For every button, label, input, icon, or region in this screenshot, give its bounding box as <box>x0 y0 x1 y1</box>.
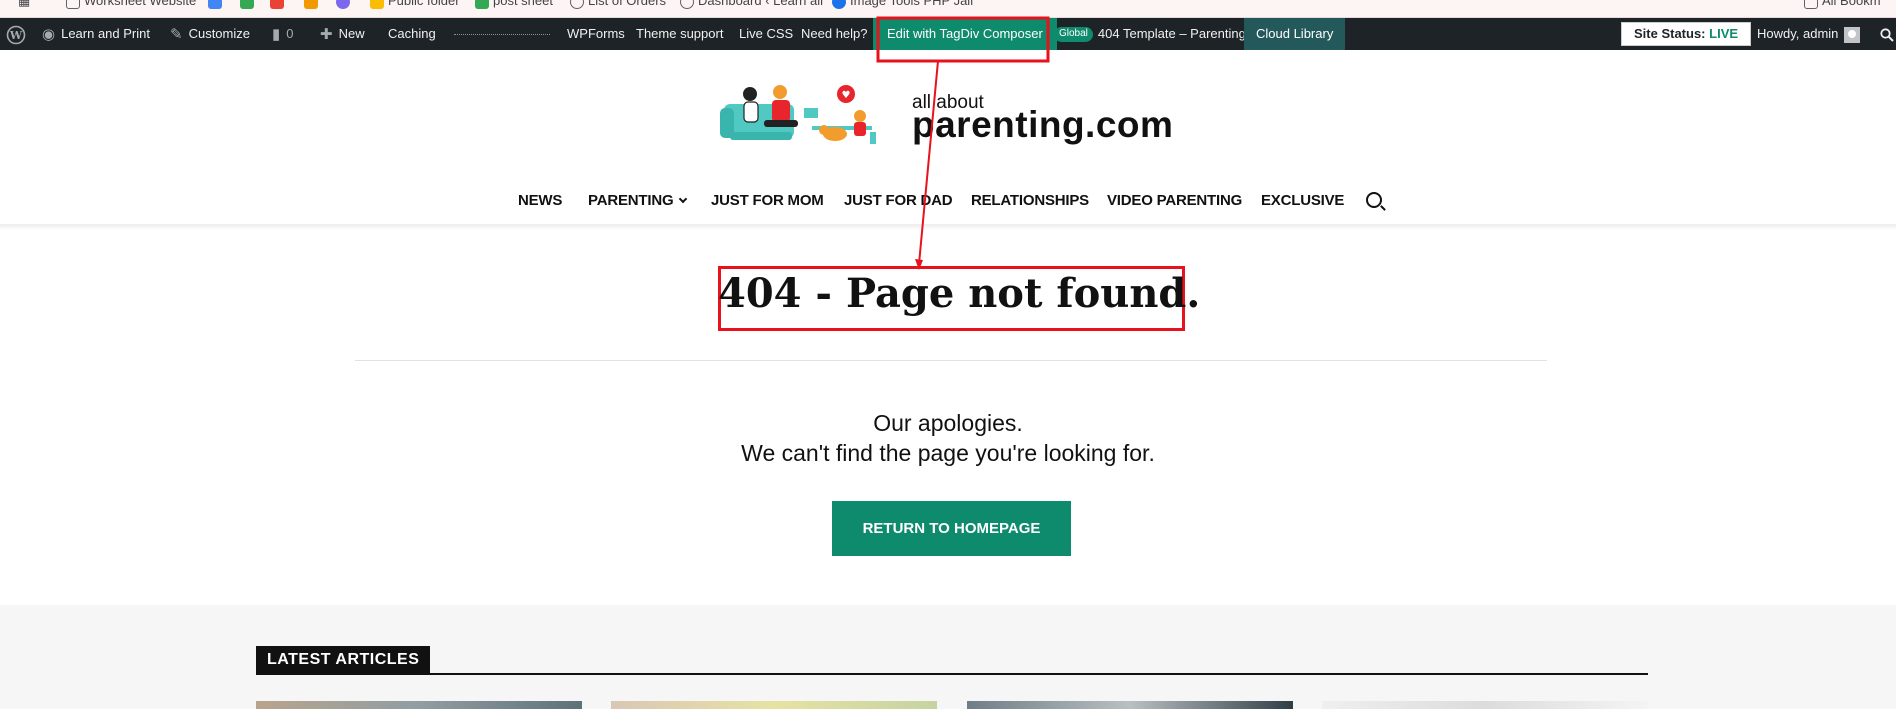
annotation-button-box <box>876 16 1050 63</box>
annotation-arrow <box>876 16 1050 270</box>
annotation-line <box>918 60 939 265</box>
arrowhead-icon <box>915 259 923 270</box>
